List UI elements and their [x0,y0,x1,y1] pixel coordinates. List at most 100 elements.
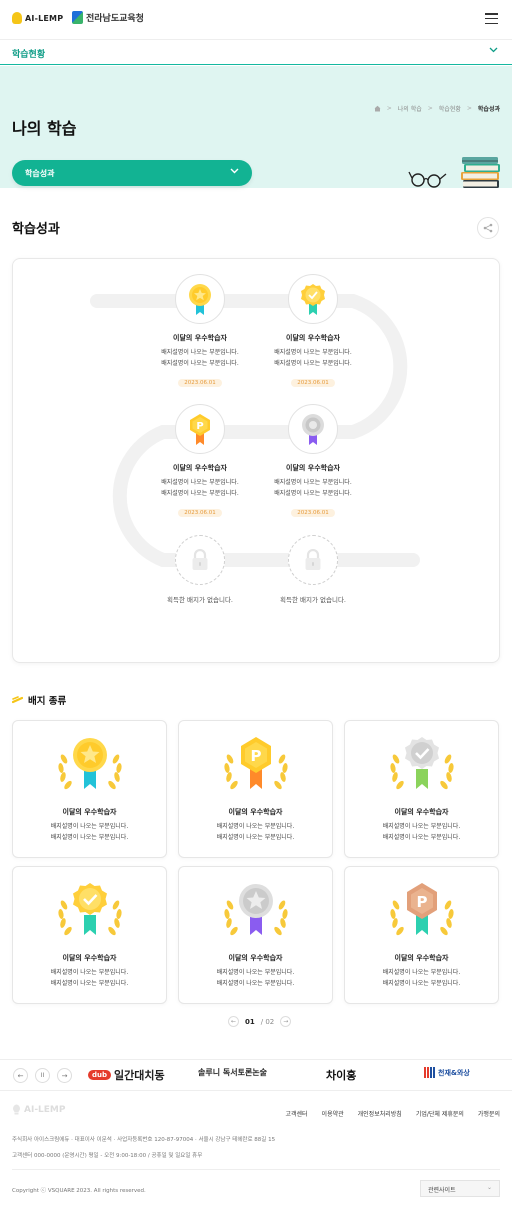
share-icon [483,223,493,233]
badge-type-desc-line: 배지설명이 나오는 부분입니다. [50,823,129,830]
book-stack-icon [460,156,502,194]
lightbulb-icon [12,12,22,24]
prev-page-button[interactable]: ← [228,1016,239,1027]
partner-logo-name: 차이홍 [326,1069,357,1082]
badge-type-title: 이달의 우수학습자 [62,808,117,816]
bronze-p-medal-icon: P [345,881,498,943]
badge-type-card[interactable]: P 이달의 우수학습자 배지설명이 나오는 부분입니다. 배지설명이 나오는 부분… [344,866,499,1004]
badge-type-card[interactable]: 이달의 우수학습자 배지설명이 나오는 부분입니다. 배지설명이 나오는 부분입니… [344,720,499,858]
footer-link[interactable]: 개인정보처리방침 [358,1109,402,1118]
current-page: 01 [245,1017,255,1026]
badge-title: 이달의 우수학습자 [173,464,227,472]
badge-type-desc-line: 배지설명이 나오는 부분입니다. [216,980,295,987]
breadcrumb-item[interactable]: 학습현황 [439,104,461,113]
badge-type-desc-line: 배지설명이 나오는 부분입니다. [50,834,129,841]
jeonnam-edu-logo[interactable]: 전라남도교육청 [72,11,144,24]
breadcrumb-separator: > [427,105,433,112]
pagination: ← 01 / 02 → [228,1016,292,1027]
breadcrumb-separator: > [466,105,472,112]
glasses-icon [408,166,448,192]
chevron-down-icon [489,46,498,56]
empty-badge-text: 획득한 배지가 없습니다. [280,596,346,604]
badge-type-desc-line: 배지설명이 나오는 부분입니다. [216,834,295,841]
partner-logo[interactable]: dub 일간대치동 [88,1067,165,1083]
badge-type-card[interactable]: P 이달의 우수학습자 배지설명이 나오는 부분입니다. 배지설명이 나오는 부분… [178,720,333,858]
badge-node[interactable]: 이달의 우수학습자 배지설명이 나오는 부분입니다. 배지설명이 나오는 부분입니… [145,274,255,388]
company-info-line: 고객센터 000-0000 (운영시간) 평일 - 오전 9:00-18:00 … [12,1153,203,1159]
arrow-left-icon[interactable]: ← [13,1068,28,1083]
badge-date: 2023.06.01 [291,509,335,517]
section-dropdown[interactable]: 학습현황 [0,40,512,65]
gold-check-medal-icon [288,274,338,324]
badge-types-heading-text: 배지 종류 [28,696,67,707]
arrow-right-icon[interactable]: → [57,1068,72,1083]
gold-p-medal-icon: P [179,735,332,797]
badge-type-card[interactable]: 이달의 우수학습자 배지설명이 나오는 부분입니다. 배지설명이 나오는 부분입니… [12,866,167,1004]
badge-desc-line: 배지설명이 나오는 부분입니다. [274,490,352,497]
jeonnam-edu-logo-text: 전라남도교육청 [86,14,144,24]
achievement-board: 이달의 우수학습자 배지설명이 나오는 부분입니다. 배지설명이 나오는 부분입니… [12,258,500,663]
footer-links: 고객센터 이용약관 개인정보처리방침 기업/단체 제휴문의 가맹문의 [285,1109,500,1118]
badge-type-card[interactable]: 이달의 우수학습자 배지설명이 나오는 부분입니다. 배지설명이 나오는 부분입니… [12,720,167,858]
badge-type-desc-line: 배지설명이 나오는 부분입니다. [216,969,295,976]
footer-link[interactable]: 기업/단체 제휴문의 [416,1109,464,1118]
badge-type-title: 이달의 우수학습자 [228,954,283,962]
home-icon[interactable] [374,105,381,112]
related-site-select[interactable]: 관련사이트 ⌄ [420,1180,500,1197]
badge-type-desc: 배지설명이 나오는 부분입니다. 배지설명이 나오는 부분입니다. [13,821,166,843]
page-title: 나의 학습 [12,119,77,138]
footer-link[interactable]: 이용약관 [322,1109,344,1118]
copyright: Copyright ⓒ VSQUARE 2023. All rights res… [12,1188,146,1194]
badge-type-title: 이달의 우수학습자 [394,808,449,816]
badge-desc-line: 배지설명이 나오는 부분입니다. [274,479,352,486]
badge-title: 이달의 우수학습자 [286,464,340,472]
category-select[interactable]: 학습성과 [12,160,252,186]
breadcrumb-current: 학습성과 [477,106,500,113]
partner-logo[interactable]: 솔루니 독서토론논술 [198,1067,267,1078]
breadcrumb-item[interactable]: 나의 학습 [398,104,422,113]
pause-button[interactable]: II [35,1068,50,1083]
hamburger-menu-icon[interactable] [485,13,498,25]
badge-type-desc: 배지설명이 나오는 부분입니다. 배지설명이 나오는 부분입니다. [179,967,332,989]
partner-logo[interactable]: 차이홍 [326,1067,356,1083]
badge-type-desc-line: 배지설명이 나오는 부분입니다. [216,823,295,830]
related-site-label: 관련사이트 [428,1187,456,1194]
breadcrumb-separator: > [386,105,392,112]
stripes-icon [424,1067,435,1078]
badge-type-title: 이달의 우수학습자 [228,808,283,816]
badge-node[interactable]: P 이달의 우수학습자 배지설명이 나오는 부분입니다. 배지설명이 나오는 부분… [145,404,255,518]
badge-desc: 배지설명이 나오는 부분입니다. 배지설명이 나오는 부분입니다. [258,477,368,499]
partner-logo-name: 천재&와상 [438,1068,470,1077]
footer-logo-text: AI-LEMP [24,1104,66,1115]
badge-node-locked: 획득한 배지가 없습니다. [258,535,368,604]
badge-title: 이달의 우수학습자 [286,334,340,342]
footer: AI-LEMP 고객센터 이용약관 개인정보처리방침 기업/단체 제휴문의 가맹… [0,1092,512,1212]
badge-type-desc-line: 배지설명이 나오는 부분입니다. [50,969,129,976]
silver-star-medal-icon [179,881,332,943]
badge-type-desc-line: 배지설명이 나오는 부분입니다. [382,969,461,976]
badge-title: 이달의 우수학습자 [173,334,227,342]
badge-desc-line: 배지설명이 나오는 부분입니다. [161,490,239,497]
next-page-button[interactable]: → [280,1016,292,1027]
badge-type-card[interactable]: 이달의 우수학습자 배지설명이 나오는 부분입니다. 배지설명이 나오는 부분입니… [178,866,333,1004]
gold-ribbon-medal-icon [175,274,225,324]
badge-date: 2023.06.01 [178,509,222,517]
footer-link[interactable]: 가맹문의 [478,1109,500,1118]
badge-desc-line: 배지설명이 나오는 부분입니다. [161,479,239,486]
badge-node[interactable]: 이달의 우수학습자 배지설명이 나오는 부분입니다. 배지설명이 나오는 부분입니… [258,404,368,518]
share-button[interactable] [477,217,499,239]
ai-lemp-logo[interactable]: AI-LEMP [12,12,63,24]
empty-badge-text: 획득한 배지가 없습니다. [167,596,233,604]
badge-node[interactable]: 이달의 우수학습자 배지설명이 나오는 부분입니다. 배지설명이 나오는 부분입니… [258,274,368,388]
badge-desc: 배지설명이 나오는 부분입니다. 배지설명이 나오는 부분입니다. [258,347,368,369]
badge-desc-line: 배지설명이 나오는 부분입니다. [274,349,352,356]
ai-lemp-logo-text: AI-LEMP [25,13,64,23]
chevron-down-icon: ⌄ [486,1184,492,1191]
svg-text:P: P [250,747,261,765]
learning-path-road [90,294,420,567]
footer-logo: AI-LEMP [12,1104,65,1115]
silver-medal-icon [288,404,338,454]
partner-logo-name: 솔루니 독서토론논술 [198,1068,268,1077]
footer-link[interactable]: 고객센터 [285,1109,307,1118]
partner-logo[interactable]: 천재&와상 [424,1067,470,1078]
